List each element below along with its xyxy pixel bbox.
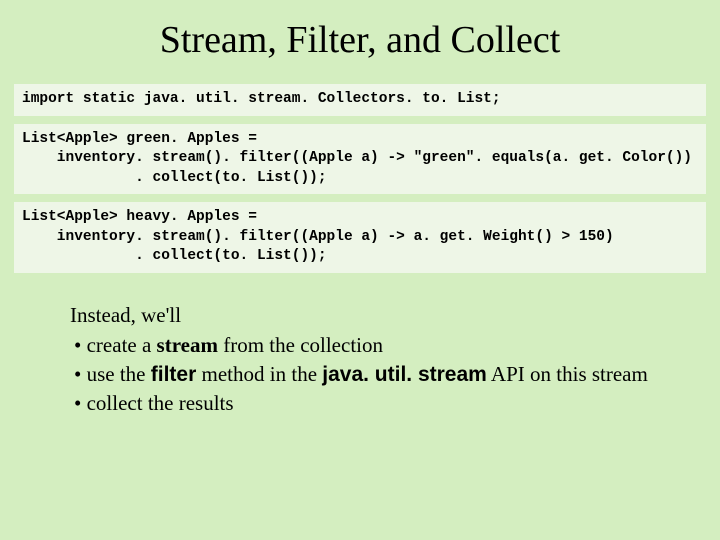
bullet-list: create a stream from the collection use … xyxy=(70,331,650,417)
bullet-2: use the filter method in the java. util.… xyxy=(74,360,650,389)
code-block-heavy-apples: List<Apple> heavy. Apples = inventory. s… xyxy=(14,202,706,273)
intro-line: Instead, we'll xyxy=(70,301,650,329)
code-block-import: import static java. util. stream. Collec… xyxy=(14,84,706,116)
bullet-2-bold2: java. util. stream xyxy=(322,363,487,386)
bullet-2-post: API on this stream xyxy=(487,362,648,386)
slide-title: Stream, Filter, and Collect xyxy=(0,18,720,62)
bullet-2-bold1: filter xyxy=(151,363,197,386)
bullet-1: create a stream from the collection xyxy=(74,331,650,359)
body-text: Instead, we'll create a stream from the … xyxy=(70,301,650,417)
bullet-2-mid: method in the xyxy=(196,362,322,386)
bullet-1-post: from the collection xyxy=(218,333,383,357)
bullet-3: collect the results xyxy=(74,389,650,417)
bullet-1-pre: create a xyxy=(87,333,157,357)
slide: Stream, Filter, and Collect import stati… xyxy=(0,0,720,540)
code-block-green-apples: List<Apple> green. Apples = inventory. s… xyxy=(14,124,706,195)
bullet-1-bold: stream xyxy=(157,333,218,357)
bullet-2-pre: use the xyxy=(87,362,151,386)
